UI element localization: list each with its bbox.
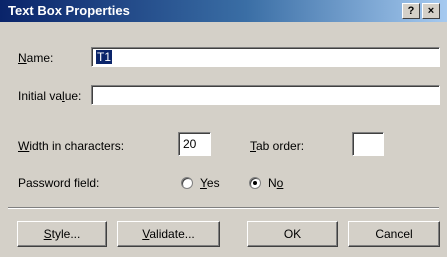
name-label-accel: N [18, 51, 27, 65]
no-label[interactable]: No [268, 176, 283, 190]
width-label: Width in characters: [18, 139, 124, 153]
tab-label-text: ab order: [256, 139, 305, 153]
name-input[interactable]: T1 [91, 47, 440, 67]
initial-label-pre: Initial va [18, 89, 63, 103]
window-title: Text Box Properties [8, 3, 130, 18]
yes-label-accel: Y [200, 176, 207, 190]
width-input[interactable]: 20 [178, 132, 211, 156]
no-label-accel: o [276, 176, 284, 190]
initial-value-label: Initial value: [18, 89, 81, 103]
initial-label-post: ue: [64, 89, 82, 103]
yes-radio[interactable] [181, 177, 193, 189]
yes-label[interactable]: Yes [200, 176, 220, 190]
radio-selected-dot [253, 181, 257, 185]
no-radio[interactable] [249, 177, 261, 189]
name-label-text: ame: [26, 51, 54, 65]
cancel-button[interactable]: Cancel [348, 221, 440, 247]
no-label-text: N [268, 176, 277, 190]
initial-value-input[interactable] [91, 85, 440, 105]
style-button-accel: S [43, 227, 52, 241]
name-input-value: T1 [96, 50, 113, 64]
validate-button-text: alidate... [149, 227, 195, 241]
name-label: Name: [18, 51, 53, 65]
tab-order-label: Tab order: [250, 139, 304, 153]
tab-order-input[interactable] [352, 132, 384, 156]
title-bar: Text Box Properties ? × [0, 0, 447, 22]
password-label: Password field: [18, 176, 100, 190]
style-button[interactable]: Style... [17, 221, 107, 247]
help-button[interactable]: ? [402, 3, 420, 19]
separator [8, 207, 439, 209]
width-input-value: 20 [183, 137, 197, 151]
style-button-text: tyle... [51, 227, 81, 241]
yes-label-text: es [206, 176, 220, 190]
validate-button[interactable]: Validate... [117, 221, 220, 247]
ok-button[interactable]: OK [247, 221, 338, 247]
width-label-accel: W [18, 139, 30, 153]
width-label-text: idth in characters: [29, 139, 125, 153]
close-button[interactable]: × [422, 3, 440, 19]
